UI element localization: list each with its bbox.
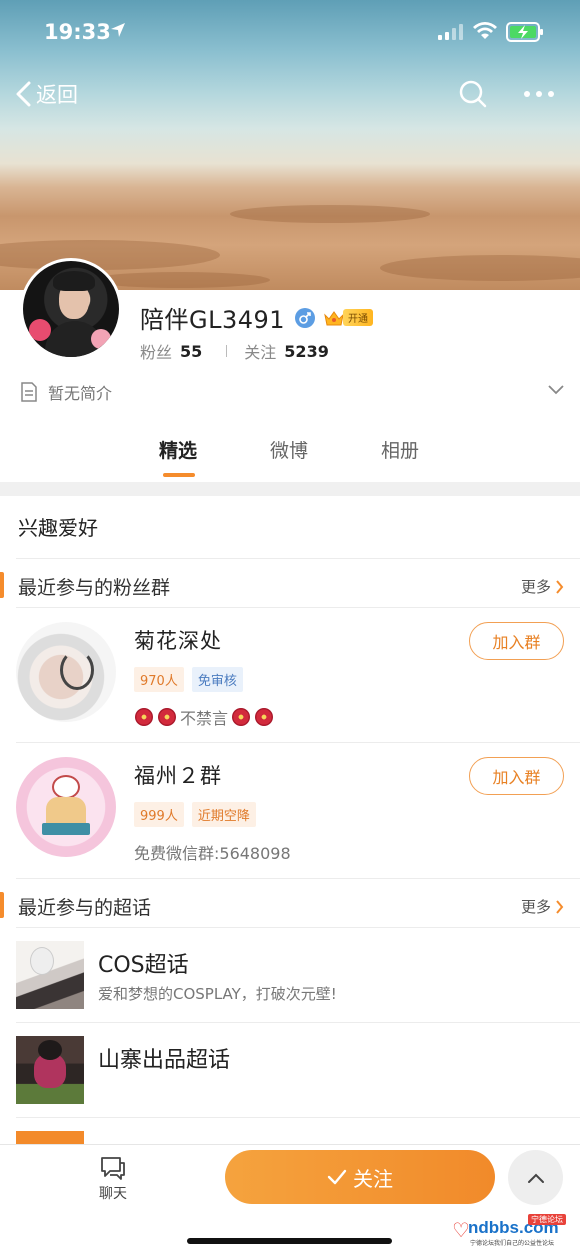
vip-badge[interactable]: 开通 — [323, 309, 374, 327]
group-avatar — [16, 757, 116, 857]
document-icon — [21, 382, 37, 402]
avatar[interactable] — [20, 258, 122, 360]
section-accent-bar — [0, 572, 4, 598]
group-description: 不禁言 — [134, 705, 277, 729]
group-desc-text: 免费微信群:5648098 — [134, 844, 291, 863]
group-name: 福州２群 — [134, 764, 222, 788]
wifi-icon — [473, 22, 497, 39]
topic-name: COS超话 — [98, 953, 189, 978]
list-item[interactable]: COS超话 爱和梦想的COSPLAY，打破次元壁! — [0, 927, 580, 1022]
male-gender-icon — [295, 307, 316, 328]
fan-groups-header: 最近参与的粉丝群 更多 — [0, 560, 580, 608]
group-tags: 999人 近期空降 — [134, 802, 264, 827]
checkmark-icon — [327, 1169, 347, 1185]
bio-text: 暂无简介 — [48, 384, 113, 403]
signal-icon — [438, 24, 463, 40]
super-topics-title: 最近参与的超话 — [18, 897, 152, 919]
scroll-to-top-button[interactable] — [508, 1150, 563, 1205]
hibiscus-icon — [231, 707, 251, 727]
chat-label: 聊天 — [99, 1186, 127, 1202]
hibiscus-icon — [254, 707, 274, 727]
chevron-right-icon — [556, 579, 564, 594]
more-options-icon[interactable] — [522, 84, 556, 104]
chevron-right-icon — [556, 899, 564, 914]
follow-button[interactable]: 关注 — [225, 1150, 495, 1204]
chevron-up-icon — [527, 1173, 544, 1183]
follow-label: 关注 — [353, 1166, 393, 1191]
tab-indicator — [163, 473, 195, 477]
topic-thumbnail — [16, 941, 84, 1009]
more-label: 更多 — [520, 898, 551, 916]
group-type-tag: 免审核 — [191, 667, 243, 692]
list-item[interactable]: 山寨出品超话 — [0, 1022, 580, 1117]
status-time: 19:33 — [44, 20, 111, 44]
section-accent-bar — [0, 892, 4, 918]
divider-line — [16, 878, 580, 879]
list-item[interactable]: 菊花深处 加入群 970人 免审核 不禁言 — [0, 607, 580, 743]
chevron-left-icon — [16, 81, 31, 107]
topic-description: 爱和梦想的COSPLAY，打破次元壁! — [98, 985, 337, 1003]
stats-divider — [226, 345, 228, 357]
join-group-button[interactable]: 加入群 — [469, 757, 564, 795]
group-desc-text: 不禁言 — [180, 709, 229, 728]
tab-weibo[interactable]: 微博 — [270, 436, 308, 463]
back-button[interactable]: 返回 — [14, 78, 78, 110]
hibiscus-icon — [157, 707, 177, 727]
profile-tabs: 精选 微博 相册 — [0, 436, 580, 482]
member-count-tag: 999人 — [134, 802, 184, 827]
interests-title: 兴趣爱好 — [18, 516, 98, 540]
fan-groups-more-link[interactable]: 更多 — [521, 576, 564, 597]
following-count[interactable]: 5239 — [284, 342, 329, 361]
watermark-tagline: 宁德论坛我们自己的公益性论坛 — [470, 1240, 555, 1247]
group-description: 免费微信群:5648098 — [134, 840, 291, 864]
chat-button[interactable]: 聊天 — [92, 1155, 134, 1203]
group-tags: 970人 免审核 — [134, 667, 251, 692]
hibiscus-icon — [134, 707, 154, 727]
profile-name-row: 陪伴GL3491 开通 — [140, 300, 374, 335]
search-icon[interactable] — [458, 79, 488, 109]
join-group-button[interactable]: 加入群 — [469, 622, 564, 660]
section-divider — [0, 482, 580, 496]
tab-album[interactable]: 相册 — [381, 436, 419, 463]
battery-charging-icon — [506, 22, 543, 42]
profile-stats: 粉丝 55 关注 5239 — [140, 339, 329, 363]
following-label[interactable]: 关注 — [244, 339, 276, 363]
topic-name: 山寨出品超话 — [98, 1048, 231, 1073]
fan-groups-title: 最近参与的粉丝群 — [18, 577, 171, 599]
tab-featured[interactable]: 精选 — [159, 436, 197, 463]
watermark-badge: 宁德论坛 — [528, 1214, 566, 1225]
fans-count[interactable]: 55 — [180, 342, 202, 361]
chevron-down-icon[interactable] — [547, 384, 565, 396]
topic-thumbnail — [16, 1036, 84, 1104]
username: 陪伴GL3491 — [140, 306, 286, 334]
super-topics-more-link[interactable]: 更多 — [521, 896, 564, 917]
group-name: 菊花深处 — [134, 629, 222, 653]
home-indicator — [187, 1238, 392, 1244]
super-topics-header: 最近参与的超话 更多 — [0, 880, 580, 928]
list-item[interactable]: 福州２群 加入群 999人 近期空降 免费微信群:5648098 — [0, 742, 580, 878]
group-avatar — [16, 622, 116, 722]
status-bar: 19:33 — [0, 0, 580, 64]
crown-icon — [324, 310, 344, 325]
group-type-tag: 近期空降 — [191, 802, 256, 827]
vip-open-label: 开通 — [343, 309, 374, 326]
site-watermark-logo: ♡ ndbbs.com 宁德论坛 宁德论坛我们自己的公益性论坛 — [452, 1214, 572, 1247]
back-label: 返回 — [36, 83, 78, 107]
location-arrow-icon — [111, 23, 125, 37]
chat-bubble-icon — [101, 1157, 125, 1180]
divider-line — [16, 558, 580, 559]
bio-row[interactable]: 暂无简介 — [20, 380, 565, 404]
member-count-tag: 970人 — [134, 667, 184, 692]
more-label: 更多 — [520, 578, 551, 596]
fans-label[interactable]: 粉丝 — [140, 339, 172, 363]
